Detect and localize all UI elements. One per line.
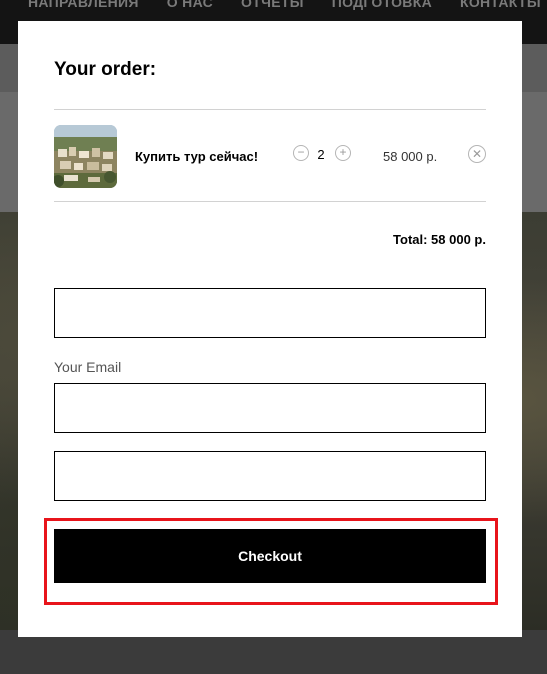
town-photo-image xyxy=(54,125,117,188)
name-input[interactable] xyxy=(54,288,486,338)
minus-circle-icon[interactable]: − xyxy=(293,145,309,161)
checkout-button[interactable]: Checkout xyxy=(54,529,486,583)
nav-item-reports[interactable]: ОТЧЕТЫ xyxy=(241,0,304,10)
item-price: 58 000 р. xyxy=(383,149,438,164)
nav-item-preparation[interactable]: ПОДГОТОВКА xyxy=(332,0,432,10)
nav-item-about[interactable]: О НАС xyxy=(167,0,213,10)
order-modal: Your order: Купить тур сейчас! − 2 + 58 xyxy=(18,21,522,637)
close-circle-icon[interactable]: ✕ xyxy=(468,145,486,163)
divider xyxy=(54,109,486,110)
item-name: Купить тур сейчас! xyxy=(135,149,259,164)
order-total: Total: 58 000 р. xyxy=(393,232,486,247)
item-quantity: 2 xyxy=(317,147,325,162)
email-input[interactable] xyxy=(54,383,486,433)
divider xyxy=(54,201,486,202)
email-label: Your Email xyxy=(54,359,122,375)
order-title: Your order: xyxy=(54,59,157,80)
nav-item-directions[interactable]: НАПРАВЛЕНИЯ xyxy=(28,0,139,10)
phone-input[interactable] xyxy=(54,451,486,501)
item-thumbnail xyxy=(54,125,117,188)
plus-circle-icon[interactable]: + xyxy=(335,145,351,161)
nav-item-contacts[interactable]: КОНТАКТЫ xyxy=(460,0,541,10)
